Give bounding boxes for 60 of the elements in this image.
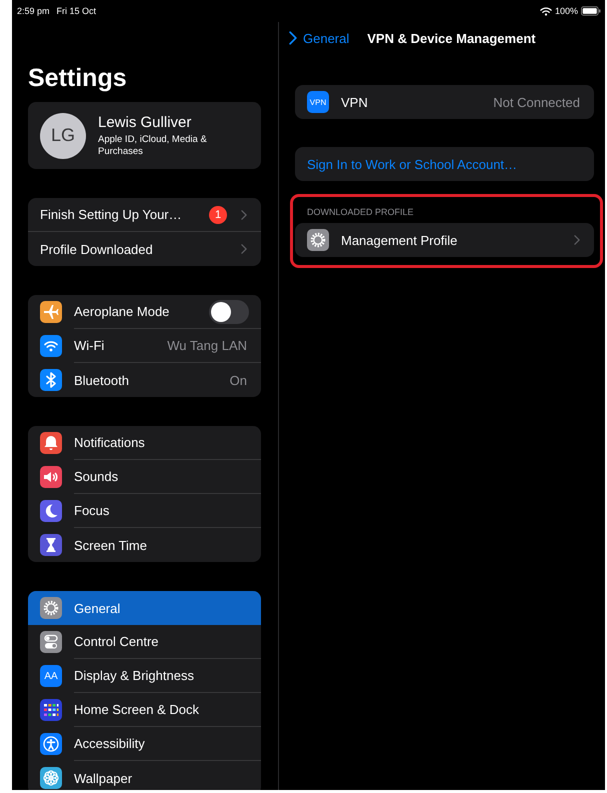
wifi-icon (540, 6, 552, 16)
row-label: Finish Setting Up Your… (40, 207, 182, 222)
account-card[interactable]: LG Lewis Gulliver Apple ID, iCloud, Media & Purchases (28, 102, 261, 169)
account-subtitle: Apple ID, iCloud, Media & Purchases (98, 134, 208, 158)
row-label: Wallpaper (74, 770, 132, 786)
row-label: Display & Brightness (74, 668, 194, 683)
row-label: Sounds (74, 469, 118, 484)
battery-percent: 100% (554, 6, 578, 16)
vpn-status: Not Connected (493, 94, 580, 110)
battery-icon (581, 6, 601, 16)
settings-row[interactable]: Control Centre (28, 625, 261, 659)
settings-row[interactable]: Aeroplane Mode (28, 295, 261, 329)
settings-row[interactable]: Home Screen & Dock (28, 693, 261, 727)
row-label: Management Profile (341, 232, 458, 248)
sign-in-link[interactable]: Sign In to Work or School Account… (295, 147, 594, 181)
row-label: Home Screen & Dock (74, 702, 199, 717)
row-label: Notifications (74, 435, 145, 450)
chevron-icon (241, 210, 247, 220)
back-button[interactable]: General (289, 30, 350, 46)
chevron-icon (241, 244, 247, 254)
settings-row[interactable]: Wallpaper (28, 761, 261, 790)
status-date: Fri 15 Oct (56, 6, 96, 16)
settings-row[interactable]: Notifications (28, 426, 261, 460)
settings-row[interactable]: Accessibility (28, 727, 261, 761)
settings-row[interactable]: Finish Setting Up Your… 1 (28, 198, 261, 232)
vpn-row[interactable]: VPN VPN Not Connected (295, 85, 594, 119)
row-value: Wu Tang LAN (167, 338, 247, 353)
row-label: Focus (74, 503, 110, 518)
row-label: Control Centre (74, 634, 159, 649)
row-label: Wi-Fi (74, 338, 104, 353)
settings-row[interactable]: Bluetooth On (28, 363, 261, 397)
avatar: LG (40, 112, 86, 158)
row-label: Screen Time (74, 538, 147, 552)
text-size-icon: AA (40, 665, 62, 687)
settings-title: Settings (28, 63, 128, 94)
vpn-icon: VPN (307, 91, 329, 113)
settings-row[interactable]: General (28, 591, 261, 625)
notification-badge: 1 (209, 206, 227, 224)
settings-row[interactable]: Screen Time (28, 528, 261, 562)
gear-icon (307, 229, 329, 251)
section-header: DOWNLOADED PROFILE (306, 207, 415, 219)
row-label: General (74, 600, 120, 616)
settings-row[interactable]: Focus (28, 494, 261, 528)
row-value: On (230, 372, 247, 388)
chevron-icon (289, 31, 297, 45)
page-title: VPN & Device Management (367, 30, 536, 46)
row-label: Accessibility (74, 736, 145, 751)
profile-row[interactable]: Management Profile (295, 223, 594, 257)
row-label: VPN (341, 94, 368, 110)
settings-row[interactable]: Wi-Fi Wu Tang LAN (28, 329, 261, 363)
account-name: Lewis Gulliver (98, 114, 192, 130)
row-label: Bluetooth (74, 372, 129, 388)
row-label: Profile Downloaded (40, 242, 153, 256)
row-label: Aeroplane Mode (74, 304, 170, 319)
settings-row[interactable]: Profile Downloaded (28, 232, 261, 266)
settings-row[interactable]: Sounds (28, 460, 261, 494)
settings-row[interactable]: AA Display & Brightness (28, 659, 261, 693)
toggle-switch[interactable] (209, 300, 249, 324)
chevron-icon (574, 235, 580, 245)
status-time: 2:59 pm (17, 6, 50, 16)
